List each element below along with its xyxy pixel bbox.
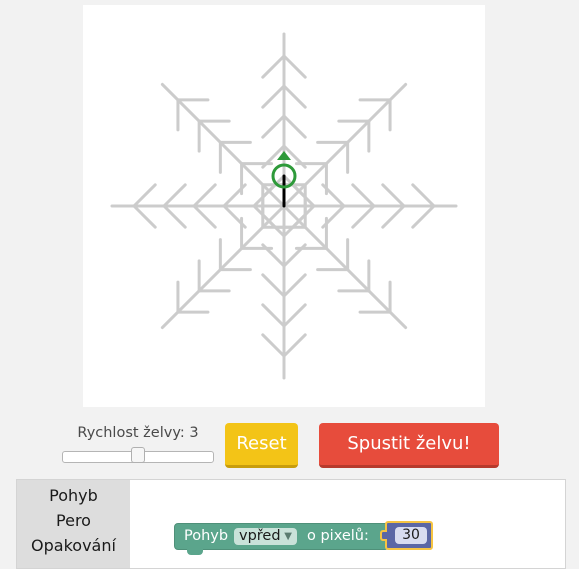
snowflake-branch [192, 183, 217, 208]
dropdown-arrow-icon: ▼ [284, 531, 292, 542]
snowflake-branch [351, 183, 376, 208]
toolbox-category-pero[interactable]: Pero [17, 508, 130, 533]
snowflake-branch [162, 204, 187, 229]
number-field[interactable]: 30 [395, 527, 427, 544]
snowflake-branch [222, 204, 247, 229]
snowflake-branch [261, 114, 286, 139]
toolbox-category-opakovani[interactable]: Opakování [17, 533, 130, 558]
snowflake-branch [411, 204, 436, 229]
snowflake-branch [132, 204, 157, 229]
snowflake-branch [261, 54, 286, 79]
snowflake-branch [261, 333, 286, 358]
direction-value: vpřed [239, 528, 281, 544]
snowflake-drawing [110, 32, 458, 380]
direction-dropdown[interactable]: vpřed ▼ [234, 528, 297, 545]
toolbox: Pohyb Pero Opakování [17, 480, 130, 568]
snowflake-branch [321, 183, 346, 208]
number-block-tab [380, 530, 387, 541]
snowflake-branch [381, 204, 406, 229]
snowflake-branch [411, 183, 436, 208]
snowflake-branch [282, 273, 307, 298]
snowflake-branch [261, 84, 286, 109]
speed-label: Rychlost želvy: 3 [77, 425, 199, 441]
snowflake-branch [261, 303, 286, 328]
move-block[interactable]: Pohyb vpřed ▼ o pixelů: [174, 523, 389, 555]
number-block[interactable]: 30 [380, 521, 433, 550]
snowflake-branch [381, 183, 406, 208]
reset-button[interactable]: Reset [225, 423, 298, 468]
snowflake-branch [192, 204, 217, 229]
run-button[interactable]: Spustit želvu! [319, 423, 499, 468]
snowflake-branch [282, 303, 307, 328]
snowflake-branch [282, 333, 307, 358]
snowflake-branch [282, 54, 307, 79]
snowflake-branch [132, 183, 157, 208]
toolbox-category-pohyb[interactable]: Pohyb [17, 483, 130, 508]
speed-slider-thumb[interactable] [131, 447, 145, 463]
blockly-workspace[interactable]: Pohyb Pero Opakování Pohyb vpřed ▼ o pix… [16, 479, 566, 569]
pixels-label: o pixelů: [307, 528, 369, 544]
snowflake-branch [282, 114, 307, 139]
block-notch [187, 549, 203, 555]
move-block-category-label: Pohyb [184, 528, 229, 544]
snowflake-branch [351, 204, 376, 229]
snowflake-branch [261, 273, 286, 298]
snowflake-branch [162, 183, 187, 208]
snowflake-branch [282, 84, 307, 109]
snowflake-branch [282, 243, 307, 268]
turtle-canvas [83, 5, 485, 407]
